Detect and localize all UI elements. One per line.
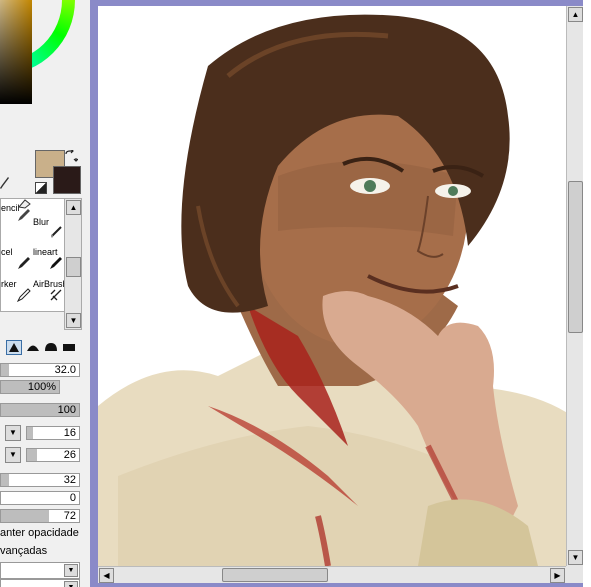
- param5-slider[interactable]: 72: [0, 509, 80, 523]
- param2-slider[interactable]: 26: [26, 448, 80, 462]
- saturation-value-box[interactable]: [0, 0, 32, 104]
- scroll-right-icon[interactable]: ▶: [550, 568, 565, 583]
- param1-row[interactable]: ▼ 16: [0, 425, 80, 441]
- brush-shape-dome-icon[interactable]: [26, 340, 40, 353]
- param2-value: 26: [63, 449, 76, 461]
- scrollbar-corner: [566, 566, 583, 583]
- density-slider[interactable]: 100: [0, 403, 80, 417]
- param1-slider[interactable]: 16: [26, 426, 80, 440]
- min-size-slider[interactable]: 100%: [0, 380, 60, 394]
- horizontal-scroll-thumb[interactable]: [222, 568, 328, 582]
- brush-shape-selector: [0, 338, 80, 356]
- swap-colors-icon[interactable]: [64, 148, 79, 165]
- illustration: [98, 14, 572, 566]
- brush-shape-round-icon[interactable]: [44, 340, 58, 353]
- tool-list: encil Blur cel lineart rker AirBrush: [0, 198, 68, 312]
- scroll-up-icon[interactable]: ▲: [568, 7, 583, 22]
- param4-slider[interactable]: 0: [0, 491, 80, 505]
- water-drop-icon: [49, 226, 63, 243]
- min-size-value: 100%: [27, 381, 56, 393]
- canvas-vertical-scrollbar[interactable]: ▲ ▼: [566, 6, 583, 566]
- advanced-label[interactable]: vançadas: [0, 545, 47, 557]
- scroll-up-icon[interactable]: ▲: [66, 200, 81, 215]
- scroll-thumb[interactable]: [66, 257, 81, 277]
- keep-opacity-row[interactable]: anter opacidade: [0, 527, 80, 541]
- tool-pencil[interactable]: encil: [1, 199, 31, 225]
- tool-label: rker: [1, 279, 17, 289]
- tool-blur[interactable]: Blur: [33, 217, 63, 243]
- brush-size-value: 32.0: [54, 364, 76, 376]
- marker-icon: [16, 288, 31, 305]
- tool-label: Blur: [33, 217, 50, 227]
- eyedropper-icon[interactable]: [0, 176, 10, 190]
- canvas-frame: [90, 0, 591, 587]
- param2-row[interactable]: ▼ 26: [0, 447, 80, 463]
- pencil-icon: [17, 256, 31, 273]
- pencil-icon: [17, 208, 31, 225]
- tool-airbrush[interactable]: AirBrush: [33, 279, 68, 305]
- param4-row[interactable]: 0: [0, 490, 80, 505]
- reset-colors-icon[interactable]: [35, 182, 47, 194]
- param3-value: 32: [63, 474, 76, 486]
- tool-marker[interactable]: rker: [1, 279, 31, 305]
- param5-row[interactable]: 72: [0, 508, 80, 523]
- scroll-down-icon[interactable]: ▼: [66, 313, 81, 328]
- density-row[interactable]: 100: [0, 402, 80, 417]
- advanced-dropdown-2[interactable]: ▼: [0, 579, 80, 587]
- airbrush-icon: [49, 288, 63, 305]
- advanced-row[interactable]: vançadas: [0, 545, 80, 559]
- param3-slider[interactable]: 32: [0, 473, 80, 487]
- param5-value: 72: [63, 510, 76, 522]
- canvas-horizontal-scrollbar[interactable]: ◀ ▶: [98, 566, 566, 583]
- scroll-left-icon[interactable]: ◀: [99, 568, 114, 583]
- brush-shape-flat-icon[interactable]: [62, 340, 76, 353]
- advanced-dropdown-1[interactable]: ▼: [0, 562, 80, 579]
- tool-list-scrollbar[interactable]: ▲ ▼: [64, 198, 82, 330]
- drawing-canvas[interactable]: [98, 6, 572, 566]
- tool-cel[interactable]: cel: [1, 247, 31, 273]
- param3-row[interactable]: 32: [0, 472, 80, 487]
- brush-size-slider[interactable]: 32.0: [0, 363, 80, 377]
- pen-icon: [49, 256, 63, 273]
- min-size-row[interactable]: 100%: [0, 379, 80, 394]
- adjacent-window-edge: [583, 0, 591, 587]
- density-value: 100: [57, 404, 76, 416]
- keep-opacity-label[interactable]: anter opacidade: [0, 527, 79, 539]
- param1-value: 16: [63, 427, 76, 439]
- param1-dropdown-icon[interactable]: ▼: [5, 425, 21, 441]
- vertical-scroll-thumb[interactable]: [568, 181, 583, 333]
- param2-dropdown-icon[interactable]: ▼: [5, 447, 21, 463]
- tool-panel: encil Blur cel lineart rker AirBrush ▲ ▼…: [0, 0, 90, 587]
- sub-color-swatch[interactable]: [53, 166, 81, 194]
- tool-label: cel: [1, 247, 13, 257]
- tool-lineart[interactable]: lineart: [33, 247, 63, 273]
- brush-shape-triangle-icon[interactable]: [6, 340, 22, 355]
- chevron-down-icon[interactable]: ▼: [64, 564, 78, 577]
- brush-size-row[interactable]: 32.0: [0, 362, 80, 377]
- scroll-down-icon[interactable]: ▼: [568, 550, 583, 565]
- param4-value: 0: [69, 492, 76, 504]
- chevron-down-icon[interactable]: ▼: [64, 581, 78, 587]
